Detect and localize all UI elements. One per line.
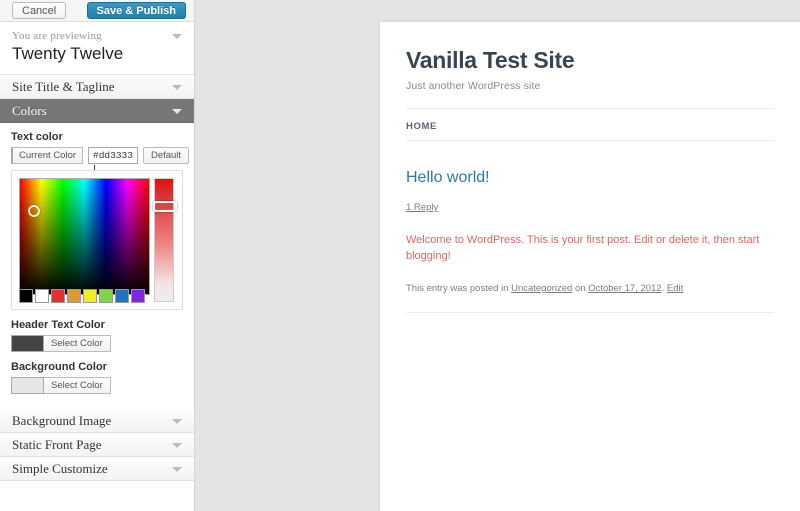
section-label: Static Front Page (12, 437, 102, 452)
site-title: Vanilla Test Site (406, 22, 774, 74)
previewing-label: You are previewing (12, 30, 182, 42)
theme-previewing-block[interactable]: You are previewing Twenty Twelve (0, 22, 194, 75)
header-text-color-swatch[interactable] (11, 335, 44, 352)
palette-swatch-4[interactable] (83, 289, 97, 303)
background-color-row: Select Color (11, 377, 183, 394)
post-body-text: Welcome to WordPress. This is your first… (406, 232, 774, 264)
customizer-sidebar: Cancel Save & Publish You are previewing… (0, 0, 195, 511)
site-navigation: HOME (406, 108, 774, 141)
header-text-select-color-button[interactable]: Select Color (44, 335, 111, 352)
section-label: Background Image (12, 413, 111, 428)
chevron-down-icon (172, 443, 182, 448)
chevron-down-icon (172, 109, 182, 114)
theme-name: Twenty Twelve (12, 43, 182, 64)
post-reply-link[interactable]: 1 Reply (406, 202, 438, 213)
customizer-app: Cancel Save & Publish You are previewing… (0, 0, 800, 511)
iris-hue-strip[interactable] (154, 178, 174, 302)
meta-edit-link[interactable]: Edit (667, 283, 683, 294)
nav-item-home[interactable]: HOME (406, 121, 437, 132)
palette-swatch-3[interactable] (67, 289, 81, 303)
meta-on: on (572, 283, 588, 294)
palette-swatch-7[interactable] (131, 289, 145, 303)
text-color-label: Text color (11, 131, 183, 143)
section-label: Simple Customize (12, 461, 108, 476)
post-divider (406, 312, 774, 313)
chevron-down-icon (172, 85, 182, 90)
background-color-swatch[interactable] (11, 377, 44, 394)
background-select-color-button[interactable]: Select Color (44, 377, 111, 394)
customizer-header-bar: Cancel Save & Publish (0, 0, 194, 22)
cancel-button[interactable]: Cancel (12, 2, 66, 19)
meta-category-link[interactable]: Uncategorized (511, 283, 572, 294)
section-label: Site Title & Tagline (12, 79, 115, 94)
sidebar-section-site-title-tagline[interactable]: Site Title & Tagline (0, 75, 194, 99)
section-label: Colors (12, 103, 47, 118)
save-and-publish-button[interactable]: Save & Publish (87, 2, 186, 19)
header-text-color-label: Header Text Color (11, 319, 183, 331)
meta-prefix: This entry was posted in (406, 283, 511, 294)
post-title-link[interactable]: Hello world! (406, 168, 774, 188)
iris-saturation-square[interactable] (19, 178, 150, 295)
colors-panel: Text color Current Color #dd3333 Default (0, 123, 194, 409)
hex-value: #dd3333 (93, 150, 133, 161)
current-color-button[interactable]: Current Color (13, 147, 83, 164)
palette-swatch-1[interactable] (35, 289, 49, 303)
post-meta: This entry was posted in Uncategorized o… (406, 282, 774, 296)
text-color-row: Current Color #dd3333 Default (11, 147, 183, 164)
palette-swatch-6[interactable] (115, 289, 129, 303)
iris-palette-swatches (19, 289, 150, 303)
background-color-control: Background Color Select Color (11, 361, 183, 394)
iris-color-picker (11, 170, 183, 310)
post-article: Hello world! 1 Reply Welcome to WordPres… (406, 141, 774, 313)
palette-swatch-5[interactable] (99, 289, 113, 303)
iris-strip-handle[interactable] (153, 201, 177, 212)
sidebar-section-colors[interactable]: Colors (0, 99, 194, 123)
background-color-label: Background Color (11, 361, 183, 373)
sidebar-section-background-image[interactable]: Background Image (0, 409, 194, 433)
site-content: Vanilla Test Site Just another WordPress… (380, 22, 800, 511)
sidebar-section-simple-customize[interactable]: Simple Customize (0, 457, 194, 481)
chevron-down-icon (172, 419, 182, 424)
default-color-button[interactable]: Default (143, 147, 189, 164)
palette-swatch-0[interactable] (19, 289, 33, 303)
header-text-color-row: Select Color (11, 335, 183, 352)
sidebar-section-static-front-page[interactable]: Static Front Page (0, 433, 194, 457)
chevron-down-icon (172, 467, 182, 472)
iris-picker-marker (28, 205, 40, 217)
text-color-control: Text color Current Color #dd3333 Default (11, 131, 183, 310)
header-text-color-control: Header Text Color Select Color (11, 319, 183, 352)
text-color-hex-input[interactable]: #dd3333 (88, 147, 138, 164)
chevron-down-icon (172, 34, 182, 39)
meta-date-link[interactable]: October 17, 2012 (588, 283, 661, 294)
palette-swatch-2[interactable] (51, 289, 65, 303)
site-description: Just another WordPress site (406, 80, 774, 92)
site-preview-pane: Vanilla Test Site Just another WordPress… (196, 0, 800, 511)
